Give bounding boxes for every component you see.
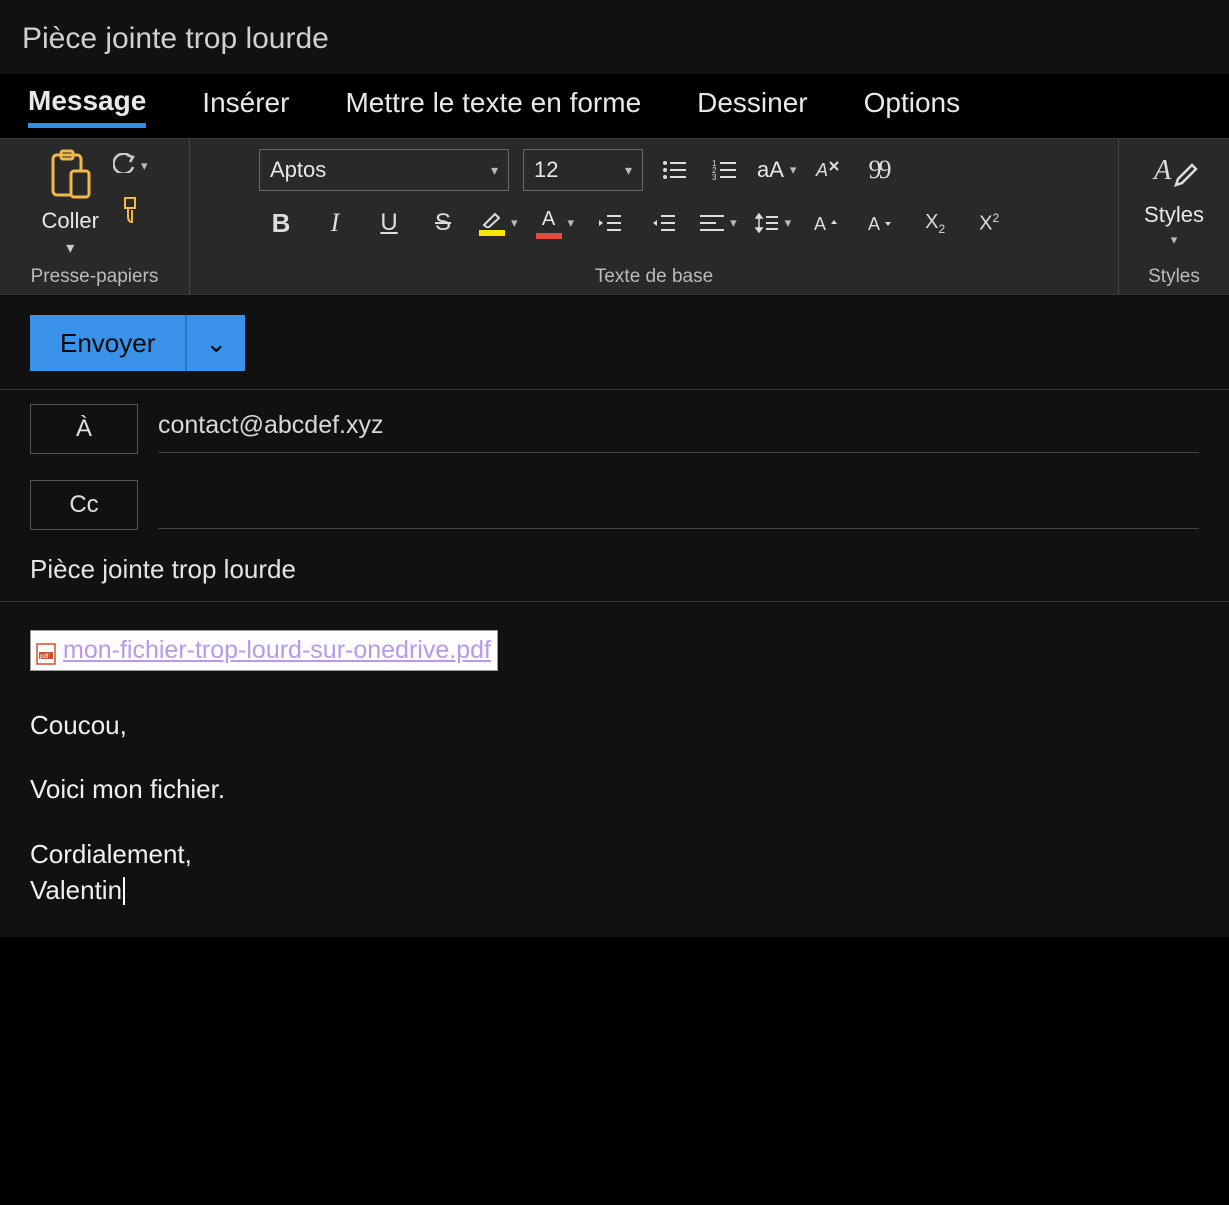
- svg-text:A: A: [868, 214, 880, 234]
- body-line: Voici mon fichier.: [30, 771, 1199, 807]
- svg-text:A: A: [1152, 155, 1172, 186]
- numbered-list-button[interactable]: 123: [707, 152, 743, 188]
- format-painter-button[interactable]: [119, 196, 141, 229]
- styles-button[interactable]: A Styles ▾: [1134, 149, 1214, 248]
- tab-insert[interactable]: Insérer: [202, 87, 289, 125]
- undo-icon: [113, 153, 137, 178]
- styles-icon: A: [1150, 149, 1198, 198]
- subject-input[interactable]: Pièce jointe trop lourde: [30, 554, 1199, 585]
- svg-text:3: 3: [712, 173, 717, 181]
- subscript-button[interactable]: X2: [917, 205, 953, 241]
- font-family-select[interactable]: Aptos ▾: [259, 149, 509, 191]
- cc-button[interactable]: Cc: [30, 480, 138, 530]
- ribbon-group-basic-text: Aptos ▾ 12 ▾ 123 aA ▾ A: [190, 139, 1119, 294]
- paste-button[interactable]: Coller ▾: [42, 149, 99, 258]
- strikethrough-button[interactable]: S: [425, 205, 461, 241]
- styles-label: Styles: [1144, 202, 1204, 228]
- bold-button[interactable]: B: [263, 205, 299, 241]
- group-label-clipboard: Presse-papiers: [31, 258, 159, 288]
- chevron-down-icon: ▾: [730, 215, 737, 231]
- quote-button[interactable]: 99: [860, 152, 896, 188]
- change-case-icon: aA: [757, 157, 784, 183]
- font-family-value: Aptos: [270, 157, 326, 183]
- ribbon-group-styles: A Styles ▾ Styles: [1119, 139, 1229, 294]
- line-spacing-button[interactable]: ▾: [755, 212, 792, 234]
- cc-input[interactable]: [158, 481, 1199, 529]
- text-cursor: [123, 877, 125, 905]
- chevron-down-icon: ▾: [511, 215, 518, 231]
- compose-pane: Envoyer ⌄ À Cc Pièce jointe trop lourde …: [0, 294, 1229, 937]
- chevron-down-icon: ▾: [625, 162, 632, 179]
- chevron-down-icon: ▾: [141, 158, 148, 174]
- increase-indent-button[interactable]: [646, 205, 682, 241]
- decrease-indent-button[interactable]: [592, 205, 628, 241]
- font-color-swatch: [536, 233, 562, 239]
- align-left-icon: [700, 213, 724, 233]
- tab-format-text[interactable]: Mettre le texte en forme: [345, 87, 641, 125]
- clear-formatting-button[interactable]: A: [810, 152, 846, 188]
- body-line: Valentin: [30, 872, 1199, 908]
- send-dropdown[interactable]: ⌄: [187, 315, 245, 371]
- ribbon: Coller ▾ ▾ Presse-papiers Apt: [0, 138, 1229, 294]
- attachment-link[interactable]: mon-fichier-trop-lourd-sur-onedrive.pdf: [63, 633, 491, 668]
- attachment-chip[interactable]: pdf mon-fichier-trop-lourd-sur-onedrive.…: [30, 630, 498, 671]
- highlighter-icon: [481, 210, 503, 228]
- italic-button[interactable]: I: [317, 205, 353, 241]
- ribbon-group-clipboard: Coller ▾ ▾ Presse-papiers: [0, 139, 190, 294]
- pdf-icon: pdf: [35, 639, 57, 663]
- underline-button[interactable]: U: [371, 205, 407, 241]
- chevron-down-icon: ▾: [790, 162, 797, 178]
- to-input[interactable]: [158, 405, 1199, 453]
- chevron-down-icon: ▾: [1171, 232, 1178, 248]
- svg-text:A: A: [814, 214, 826, 234]
- font-color-button[interactable]: A ▾: [536, 208, 575, 239]
- increase-font-button[interactable]: A: [809, 205, 845, 241]
- decrease-font-button[interactable]: A: [863, 205, 899, 241]
- svg-text:pdf: pdf: [40, 654, 49, 660]
- bulleted-list-button[interactable]: [657, 152, 693, 188]
- align-button[interactable]: ▾: [700, 213, 737, 233]
- send-split-button[interactable]: Envoyer ⌄: [30, 315, 245, 371]
- body-line: Coucou,: [30, 707, 1199, 743]
- font-size-value: 12: [534, 157, 558, 183]
- highlight-swatch: [479, 230, 505, 236]
- body-line: Cordialement,: [30, 836, 1199, 872]
- send-button[interactable]: Envoyer: [30, 315, 187, 371]
- chevron-down-icon: ▾: [491, 162, 498, 179]
- group-label-basic-text: Texte de base: [595, 258, 713, 288]
- chevron-down-icon: ▾: [785, 215, 792, 231]
- undo-button[interactable]: ▾: [113, 153, 148, 178]
- to-button[interactable]: À: [30, 404, 138, 454]
- chevron-down-icon: ▾: [568, 215, 575, 231]
- paste-label: Coller: [42, 208, 99, 234]
- chevron-down-icon: ▾: [66, 238, 74, 258]
- font-size-select[interactable]: 12 ▾: [523, 149, 643, 191]
- tab-draw[interactable]: Dessiner: [697, 87, 807, 125]
- chevron-down-icon: ⌄: [205, 328, 227, 359]
- tab-message[interactable]: Message: [28, 85, 146, 128]
- tab-options[interactable]: Options: [864, 87, 961, 125]
- change-case-button[interactable]: aA ▾: [757, 157, 796, 183]
- ribbon-tabbar: Message Insérer Mettre le texte en forme…: [0, 74, 1229, 138]
- highlight-color-button[interactable]: ▾: [479, 210, 518, 236]
- superscript-button[interactable]: X2: [971, 205, 1007, 241]
- window-title: Pièce jointe trop lourde: [0, 0, 1229, 74]
- clipboard-icon: [47, 149, 93, 206]
- line-spacing-icon: [755, 212, 779, 234]
- svg-text:A: A: [815, 160, 828, 180]
- message-body[interactable]: pdf mon-fichier-trop-lourd-sur-onedrive.…: [0, 602, 1229, 937]
- font-color-icon: A: [542, 208, 555, 231]
- group-label-styles: Styles: [1148, 258, 1200, 288]
